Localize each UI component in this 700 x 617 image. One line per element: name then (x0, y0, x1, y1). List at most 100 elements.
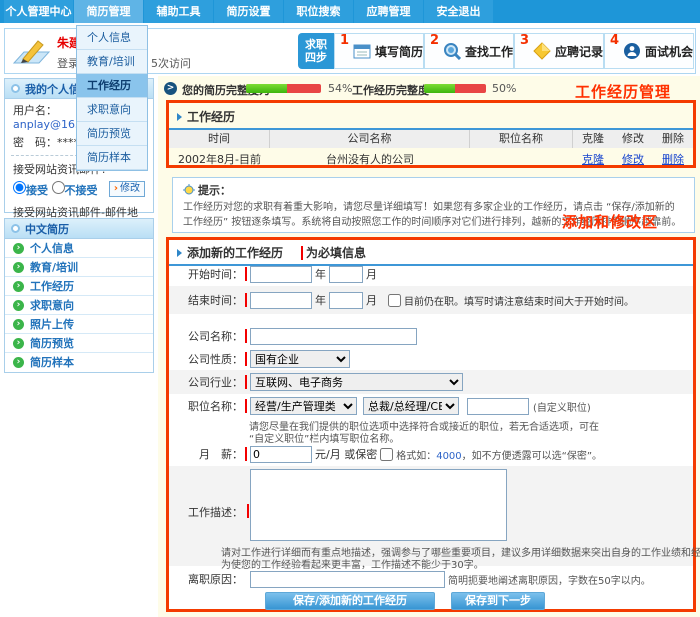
step-find-job[interactable]: 2 查找工作 (424, 33, 514, 69)
position-category-select[interactable]: 经营/生产管理类 (250, 397, 357, 415)
dropdown-item-resume-samples[interactable]: 简历样本 (77, 146, 147, 170)
company-name-input[interactable] (250, 328, 417, 345)
description-row: 工作描述： 请对工作进行详细而有重点地描述，强调参与了哪些重要项目，建议多用详细… (169, 466, 693, 566)
sidebar-item-photo-upload[interactable]: 照片上传 (5, 315, 153, 334)
edit-link[interactable]: 修改 (622, 151, 644, 167)
save-add-button[interactable]: 保存/添加新的工作经历 (265, 592, 435, 610)
start-year-input[interactable] (250, 266, 312, 283)
panel-title: 中文简历 (25, 221, 69, 237)
add-work-history-form: 添加新的工作经历 为必填信息 开始时间： 年 月 结束时间： 年 (169, 240, 693, 609)
calendar-icon (353, 42, 371, 60)
col-actions: 克隆 修改 删除 (573, 130, 693, 148)
record-gem-icon (533, 42, 551, 60)
required-note: 为必填信息 (306, 244, 366, 261)
dropdown-item-personal-info[interactable]: 个人信息 (77, 26, 147, 50)
sidebar-item-resume-preview[interactable]: 简历预览 (5, 334, 153, 353)
required-marker (245, 399, 247, 413)
step-number: 2 (430, 33, 439, 48)
step-label: 查找工作 (465, 43, 513, 60)
history-table-header: 时间 公司名称 职位名称 克隆 修改 删除 (169, 130, 693, 148)
sidebar-item-personal-info[interactable]: 个人信息 (5, 239, 153, 258)
green-arrow-icon (13, 262, 24, 273)
triangle-icon (177, 249, 182, 257)
sidebar-item-label: 照片上传 (30, 315, 74, 334)
salary-secret-checkbox[interactable] (380, 448, 393, 461)
step-interview-offers[interactable]: 4 面试机会 (604, 33, 694, 69)
quit-reason-label: 离职原因： (169, 571, 243, 587)
position-title-select[interactable]: 总裁/总经理/CEO (363, 397, 459, 415)
quit-reason-input[interactable] (250, 571, 445, 588)
sidebar-item-resume-samples[interactable]: 简历样本 (5, 353, 153, 372)
col-delete: 删除 (662, 130, 684, 148)
salary-note: 格式如：4000，如不方便透露可以选“保密”。 (396, 447, 602, 462)
triangle-icon (177, 113, 182, 121)
salary-unit: 元/月 或保密 (315, 446, 377, 462)
accept-radio[interactable] (13, 181, 26, 194)
visit-count-text: 5次访问 (151, 55, 191, 71)
company-nature-select[interactable]: 国有企业 (250, 350, 350, 368)
industry-label: 公司行业： (169, 374, 243, 390)
dropdown-item-resume-preview[interactable]: 简历预览 (77, 122, 147, 146)
salary-input[interactable] (250, 446, 312, 463)
year-suffix: 年 (315, 292, 326, 308)
newsletter-options-row: 接受 不接受 ›修改 (5, 177, 153, 198)
position-row: 职位名称： 经营/生产管理类 总裁/总经理/CEO (自定义职位) (169, 396, 693, 416)
step-label: 应聘记录 (555, 43, 603, 60)
green-arrow-icon (13, 243, 24, 254)
end-month-input[interactable] (329, 292, 363, 309)
sidebar-item-job-intention[interactable]: 求职意向 (5, 296, 153, 315)
col-company: 公司名称 (270, 130, 470, 148)
resume-management-dropdown: 个人信息 教育/培训 工作经历 求职意向 简历预览 简历样本 (76, 25, 148, 171)
dropdown-item-education[interactable]: 教育/培训 (77, 50, 147, 74)
sidebar-item-work-history[interactable]: 工作经历 (5, 277, 153, 296)
annotation-work-history-management: 工作经历管理 (575, 81, 671, 102)
salary-label: 月 薪： (169, 446, 243, 462)
industry-select[interactable]: 互联网、电子商务 (250, 373, 463, 391)
required-marker (245, 329, 247, 343)
work-completeness-value: 50% (492, 82, 516, 95)
step-fill-resume[interactable]: 1 填写简历 (334, 33, 424, 69)
month-suffix: 月 (366, 292, 377, 308)
work-completeness-bar (424, 84, 486, 93)
save-next-button[interactable]: 保存到下一步 (451, 592, 545, 610)
clone-link[interactable]: 克隆 (582, 151, 604, 167)
annotation-add-modify-area: 添加和修改区 (562, 211, 658, 232)
col-edit: 修改 (622, 130, 644, 148)
dropdown-item-work-history[interactable]: 工作经历 (77, 74, 147, 98)
step-application-records[interactable]: 3 应聘记录 (514, 33, 604, 69)
row-company: 台州没有人的公司 (270, 151, 470, 167)
required-marker (247, 504, 249, 518)
accept-label: 接受 (26, 184, 48, 197)
step-number: 4 (610, 33, 619, 48)
custom-position-input[interactable] (467, 398, 529, 415)
decline-radio[interactable] (52, 181, 65, 194)
resume-completeness-bar (246, 84, 321, 93)
end-year-input[interactable] (250, 292, 312, 309)
nav-item-personal-center[interactable]: 个人管理中心 (4, 0, 73, 23)
end-time-row: 结束时间： 年 月 目前仍在职。填写时请注意结束时间大于开始时间。 (169, 286, 693, 314)
modify-newsletter-button[interactable]: ›修改 (109, 181, 145, 197)
password-label: 密 码： (13, 136, 57, 149)
required-marker (245, 267, 247, 281)
nav-item-logout[interactable]: 安全退出 (424, 0, 493, 23)
sidebar-item-label: 工作经历 (30, 277, 74, 296)
bar-fill (246, 84, 287, 93)
current-job-checkbox[interactable] (388, 294, 401, 307)
nav-item-tools[interactable]: 辅助工具 (144, 0, 213, 23)
sidebar-item-label: 求职意向 (30, 296, 74, 315)
nav-item-resume-settings[interactable]: 简历设置 (214, 0, 283, 23)
delete-link[interactable]: 删除 (662, 151, 684, 167)
green-arrow-icon (13, 338, 24, 349)
spacer (245, 572, 247, 586)
nav-item-resume-management[interactable]: 简历管理 (74, 0, 143, 23)
green-arrow-icon (13, 300, 24, 311)
quit-reason-note: 简明扼要地阐述离职原因，字数在50字以内。 (448, 572, 651, 587)
nav-item-job-search[interactable]: 职位搜索 (284, 0, 353, 23)
dropdown-item-job-intention[interactable]: 求职意向 (77, 98, 147, 122)
step-label: 面试机会 (645, 43, 693, 60)
start-month-input[interactable] (329, 266, 363, 283)
nav-item-application-management[interactable]: 应聘管理 (354, 0, 423, 23)
custom-position-note: (自定义职位) (533, 399, 591, 414)
sidebar-item-education[interactable]: 教育/培训 (5, 258, 153, 277)
job-description-textarea[interactable] (250, 469, 507, 541)
